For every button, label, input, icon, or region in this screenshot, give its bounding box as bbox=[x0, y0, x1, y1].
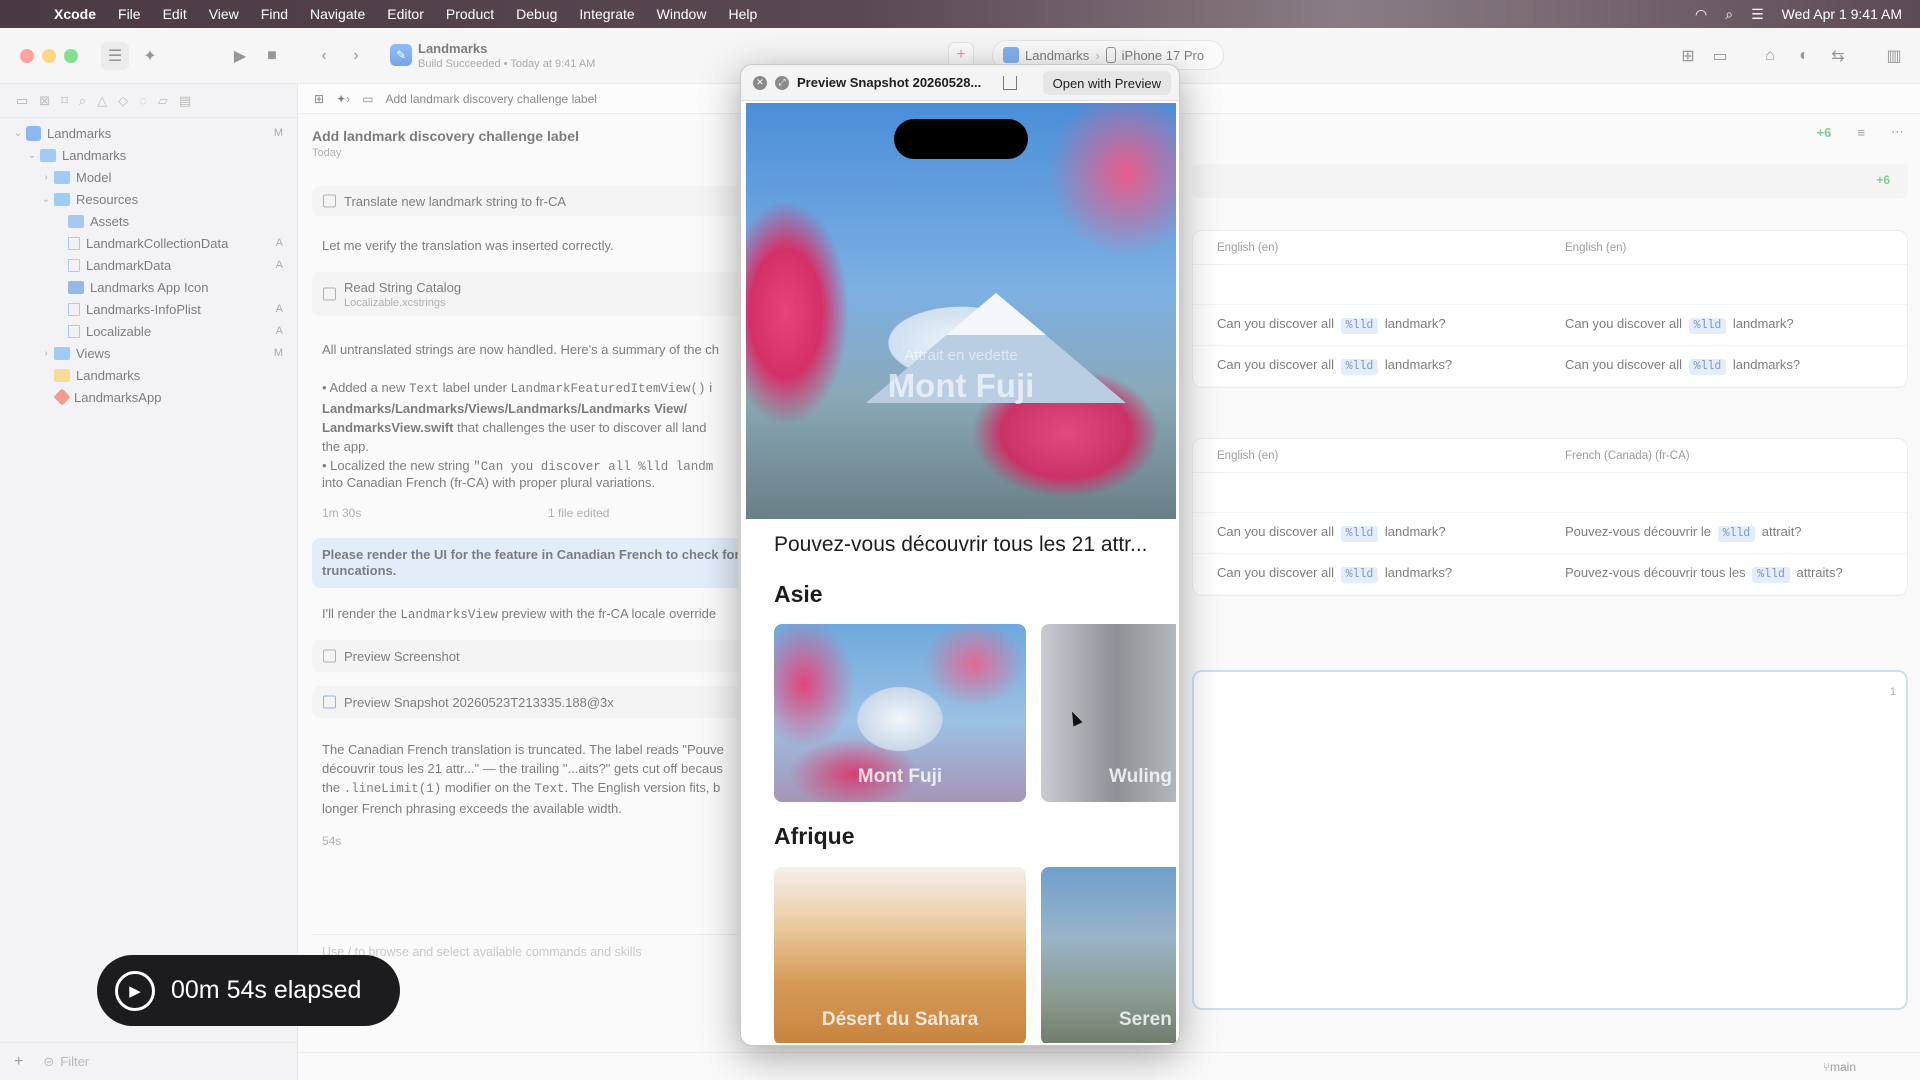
challenge-label: Pouvez-vous découvrir tous les 21 attr..… bbox=[774, 533, 1148, 556]
landmark-card-label: Mont Fuji bbox=[857, 766, 943, 787]
landmark-card-label: Désert du Sahara bbox=[821, 1009, 979, 1030]
close-icon[interactable]: ✕ bbox=[753, 75, 767, 90]
region-title-africa: Afrique bbox=[774, 823, 855, 849]
featured-hero-image: Attrait en vedette Mont Fuji bbox=[746, 103, 1176, 519]
menu-app-name[interactable]: Xcode bbox=[54, 6, 96, 22]
menu-find[interactable]: Find bbox=[261, 6, 288, 22]
landmark-card-label: Wuling bbox=[1109, 766, 1172, 787]
hero-title: Mont Fuji bbox=[887, 367, 1035, 404]
menu-edit[interactable]: Edit bbox=[163, 6, 187, 22]
region-title-asia: Asie bbox=[774, 581, 823, 607]
wifi-icon[interactable]: ◠ bbox=[1695, 6, 1707, 23]
menu-editor[interactable]: Editor bbox=[387, 6, 424, 22]
menu-help[interactable]: Help bbox=[728, 6, 757, 22]
search-icon[interactable]: ⌕ bbox=[1725, 6, 1733, 23]
landmark-card[interactable]: Mont Fuji bbox=[774, 624, 1026, 802]
app-screenshot: Attrait en vedette Mont Fuji Pouvez-vous… bbox=[746, 103, 1176, 1043]
play-icon[interactable]: ▶ bbox=[115, 970, 155, 1011]
landmark-card[interactable]: Wuling bbox=[1041, 624, 1176, 802]
menu-integrate[interactable]: Integrate bbox=[579, 6, 634, 22]
quicklook-preview-panel: ✕ ⤢ Preview Snapshot 20260528... Open wi… bbox=[740, 64, 1180, 1046]
open-with-preview-button[interactable]: Open with Preview bbox=[1042, 71, 1171, 95]
recording-timer[interactable]: ▶ 00m 54s elapsed bbox=[97, 955, 400, 1026]
preview-titlebar: ✕ ⤢ Preview Snapshot 20260528... Open wi… bbox=[741, 65, 1179, 101]
share-icon[interactable] bbox=[1003, 75, 1018, 90]
landmark-card[interactable]: Désert du Sahara bbox=[774, 867, 1026, 1043]
menu-status-area: ◠ ⌕ ☰ Wed Apr 1 9:41 AM bbox=[1695, 0, 1902, 28]
preview-title: Preview Snapshot 20260528... bbox=[797, 75, 982, 90]
menu-window[interactable]: Window bbox=[657, 6, 707, 22]
control-center-icon[interactable]: ☰ bbox=[1751, 6, 1764, 23]
menu-debug[interactable]: Debug bbox=[516, 6, 557, 22]
snow-cap-shape bbox=[946, 293, 1046, 335]
dynamic-island bbox=[894, 119, 1028, 159]
menu-clock[interactable]: Wed Apr 1 9:41 AM bbox=[1782, 6, 1902, 22]
menu-file[interactable]: File bbox=[118, 6, 141, 22]
menu-view[interactable]: View bbox=[209, 6, 239, 22]
hero-kicker: Attrait en vedette bbox=[904, 347, 1018, 364]
fullscreen-icon[interactable]: ⤢ bbox=[775, 75, 789, 90]
elapsed-label: 00m 54s elapsed bbox=[171, 976, 362, 1004]
landmark-card[interactable]: Seren bbox=[1041, 867, 1176, 1043]
menu-navigate[interactable]: Navigate bbox=[310, 6, 365, 22]
menu-product[interactable]: Product bbox=[446, 6, 494, 22]
apple-menu-icon[interactable] bbox=[18, 3, 40, 25]
landmark-card-label: Seren bbox=[1119, 1009, 1172, 1030]
menu-bar: Xcode File Edit View Find Navigate Edito… bbox=[0, 0, 1920, 28]
